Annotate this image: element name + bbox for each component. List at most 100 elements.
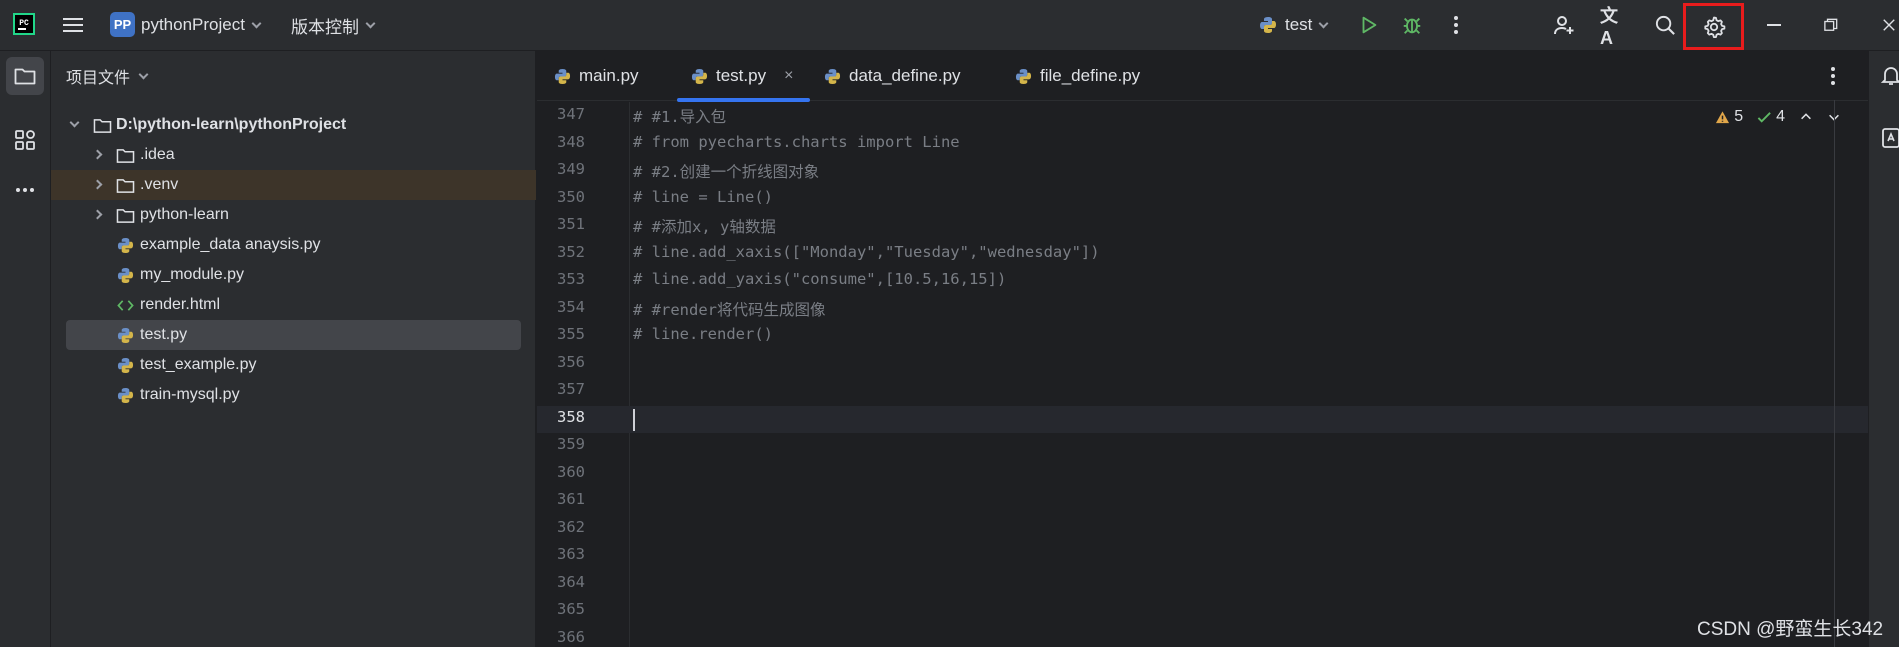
tree-item-label: test.py: [140, 326, 188, 343]
restore-icon[interactable]: [1818, 12, 1844, 38]
chevron-up-icon[interactable]: [1799, 110, 1813, 124]
more-tools-icon[interactable]: [6, 171, 44, 209]
project-selector[interactable]: pythonProject: [141, 13, 262, 37]
project-panel-header[interactable]: 项目文件: [66, 65, 149, 87]
python-icon: [1260, 17, 1276, 33]
warning-count[interactable]: 5: [1715, 108, 1743, 126]
search-icon[interactable]: [1652, 12, 1678, 38]
line-number: 366: [557, 627, 585, 646]
left-tool-stripe: [0, 51, 51, 647]
project-panel-title: 项目文件: [66, 70, 131, 87]
code-line: # line.add_xaxis(["Monday","Tuesday","we…: [633, 242, 1100, 261]
folder-icon: [115, 146, 135, 164]
more-actions-icon[interactable]: [1444, 13, 1468, 37]
tab-data-define-py[interactable]: data_define.py: [824, 51, 961, 101]
weak-warning-count[interactable]: 4: [1757, 108, 1785, 126]
tree-item-my-module[interactable]: my_module.py: [51, 260, 536, 290]
tree-item-label: test_example.py: [140, 356, 257, 373]
tab-file-define-py[interactable]: file_define.py: [1015, 51, 1140, 101]
chevron-down-icon: [365, 18, 376, 28]
settings-icon: [1703, 16, 1725, 38]
tree-item-venv[interactable]: .venv: [51, 170, 536, 200]
pycharm-logo-icon[interactable]: PC: [13, 13, 35, 35]
python-icon: [115, 326, 135, 344]
run-button[interactable]: [1357, 13, 1381, 37]
code-line: # #2.创建一个折线图对象: [633, 163, 820, 181]
tree-item-label: render.html: [140, 296, 221, 313]
line-number: 360: [557, 462, 585, 481]
chevron-right-icon[interactable]: [92, 149, 103, 160]
translate-icon[interactable]: 文A: [1600, 6, 1626, 48]
structure-icon: [15, 130, 35, 150]
scrollbar-track[interactable]: [1834, 100, 1835, 647]
python-icon: [554, 68, 571, 84]
code-line: # from pyecharts.charts import Line: [633, 132, 960, 151]
title-bar: PC PP pythonProject 版本控制 test 文A: [0, 0, 1899, 51]
line-number: 356: [557, 352, 585, 371]
tab-label: data_define.py: [849, 66, 961, 85]
line-number: 355: [557, 325, 585, 343]
debug-button[interactable]: [1400, 13, 1424, 37]
python-icon: [115, 356, 135, 374]
chevron-right-icon[interactable]: [92, 179, 103, 190]
chevron-down-icon: [1318, 18, 1329, 28]
chevron-down-icon[interactable]: [69, 117, 80, 128]
line-number: 358: [557, 407, 585, 426]
folder-icon: [14, 68, 36, 85]
tab-close-icon[interactable]: ×: [784, 67, 793, 85]
line-number-gutter: [537, 102, 630, 647]
project-badge[interactable]: PP: [110, 12, 135, 37]
tree-item-example-data[interactable]: example_data anaysis.py: [51, 230, 536, 260]
folder-icon: [92, 116, 112, 134]
line-number: 349: [557, 160, 585, 178]
tree-item-test[interactable]: test.py: [66, 320, 521, 350]
add-user-icon[interactable]: [1551, 12, 1577, 38]
tree-item-test-example[interactable]: test_example.py: [51, 350, 536, 380]
vcs-label: 版本控制: [291, 17, 359, 37]
tree-item-root[interactable]: D:\python-learn\pythonProject: [51, 110, 536, 140]
tabs-more-icon[interactable]: [1821, 64, 1845, 88]
python-icon: [115, 236, 135, 254]
structure-tool-button[interactable]: [6, 121, 44, 159]
run-config-selector[interactable]: test: [1259, 13, 1329, 37]
tree-item-label: .venv: [140, 176, 179, 193]
minimize-icon[interactable]: [1761, 12, 1787, 38]
vcs-menu[interactable]: 版本控制: [291, 13, 376, 37]
check-icon: [1757, 111, 1771, 123]
tab-test-py[interactable]: test.py ×: [677, 51, 810, 102]
chevron-right-icon[interactable]: [92, 209, 103, 220]
line-number: 363: [557, 545, 585, 563]
chevron-down-icon: [251, 18, 262, 28]
tree-item-idea[interactable]: .idea: [51, 140, 536, 170]
tree-item-render-html[interactable]: render.html: [51, 290, 536, 320]
line-number: 347: [557, 105, 585, 123]
warning-icon: [1716, 110, 1730, 123]
weak-warning-count-label: 4: [1776, 108, 1785, 125]
close-icon[interactable]: [1876, 12, 1899, 38]
project-tool-button[interactable]: [6, 57, 44, 95]
warning-count-label: 5: [1734, 108, 1744, 125]
line-number: 361: [557, 490, 585, 508]
ai-assistant-icon[interactable]: [1879, 126, 1899, 150]
run-icon: [1362, 16, 1377, 34]
tree-item-label: train-mysql.py: [140, 386, 240, 403]
settings-button[interactable]: [1683, 3, 1744, 50]
tab-label: main.py: [579, 66, 639, 85]
main-menu-icon[interactable]: [60, 12, 86, 38]
line-number: 364: [557, 572, 585, 591]
line-number: 350: [557, 187, 585, 206]
line-number: 359: [557, 435, 585, 453]
tree-item-label: example_data anaysis.py: [140, 236, 321, 253]
python-icon: [1015, 68, 1032, 84]
watermark: CSDN @野蛮生长342: [1697, 619, 1884, 640]
tree-item-train-mysql[interactable]: train-mysql.py: [51, 380, 536, 410]
tree-item-python-learn[interactable]: python-learn: [51, 200, 536, 230]
right-tool-stripe: [1868, 51, 1899, 647]
tab-main-py[interactable]: main.py: [554, 51, 639, 101]
inspection-widget[interactable]: 5 4: [1715, 108, 1841, 126]
folder-icon: [115, 206, 135, 224]
line-number: 353: [557, 270, 585, 288]
tab-label: file_define.py: [1040, 66, 1141, 85]
tab-label: test.py: [716, 66, 767, 85]
notifications-icon[interactable]: [1879, 63, 1899, 87]
